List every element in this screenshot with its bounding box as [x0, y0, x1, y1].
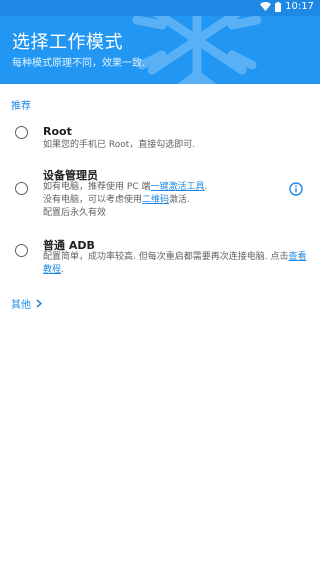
- adb-desc-suffix: .: [61, 265, 64, 275]
- root-radio-button[interactable]: [15, 126, 28, 139]
- device-admin-line2: 没有电脑，可以考虑使用二维码激活.: [43, 194, 311, 207]
- device-admin-line2-text: 没有电脑，可以考虑使用: [43, 195, 143, 205]
- status-right: 10:17: [260, 1, 314, 12]
- chevron-right-icon: [36, 299, 42, 308]
- root-desc-line1: 如果您的手机已 Root，直接勾选即可.: [43, 140, 196, 150]
- option-root-description: 如果您的手机已 Root，直接勾选即可.: [43, 139, 311, 152]
- option-device-admin-description: 如有电脑，推荐使用 PC 端一键激活工具. 没有电脑，可以考虑使用二维码激活. …: [43, 181, 311, 220]
- qr-code-link[interactable]: 二维码: [142, 195, 169, 205]
- device-admin-line1: 如有电脑，推荐使用 PC 端一键激活工具.: [43, 181, 311, 194]
- status-bar: 10:17: [0, 0, 320, 16]
- battery-icon: [275, 1, 282, 12]
- option-adb-description: 配置简单，成功率较高. 但每次重启都需要再次连接电脑. 点击查看教程.: [43, 251, 311, 277]
- page-title: 选择工作模式: [12, 32, 123, 53]
- option-device-admin[interactable]: 设备管理员 如有电脑，推荐使用 PC 端一键激活工具. 没有电脑，可以考虑使用二…: [0, 166, 320, 222]
- page-subtitle: 每种模式原理不同，效果一致.: [12, 58, 146, 69]
- more-options-button[interactable]: 其他: [11, 296, 42, 311]
- info-icon[interactable]: [289, 182, 303, 196]
- device-admin-line2-suffix: 激活.: [169, 195, 190, 205]
- app-header: 选择工作模式 每种模式原理不同，效果一致.: [0, 16, 320, 84]
- more-options-label: 其他: [11, 300, 31, 311]
- section-recommended-label: 推荐: [11, 101, 31, 112]
- option-adb[interactable]: 普通 ADB 配置简单，成功率较高. 但每次重启都需要再次连接电脑. 点击查看教…: [0, 236, 320, 278]
- device-admin-line1-text: 如有电脑，推荐使用 PC 端: [43, 182, 151, 192]
- option-root-title: Root: [43, 125, 72, 138]
- adb-radio-button[interactable]: [15, 244, 28, 257]
- device-admin-line1-suffix: .: [204, 182, 208, 192]
- wifi-icon: [260, 2, 272, 11]
- status-time: 10:17: [285, 1, 314, 12]
- adb-desc-text: 配置简单，成功率较高. 但每次重启都需要再次连接电脑. 点击: [43, 252, 289, 262]
- device-admin-radio-button[interactable]: [15, 182, 28, 195]
- activation-tool-link[interactable]: 一键激活工具: [150, 182, 204, 192]
- snowflake-icon: [132, 16, 262, 84]
- device-admin-line3: 配置后永久有效: [43, 208, 107, 218]
- option-root[interactable]: Root 如果您的手机已 Root，直接勾选即可.: [0, 124, 320, 154]
